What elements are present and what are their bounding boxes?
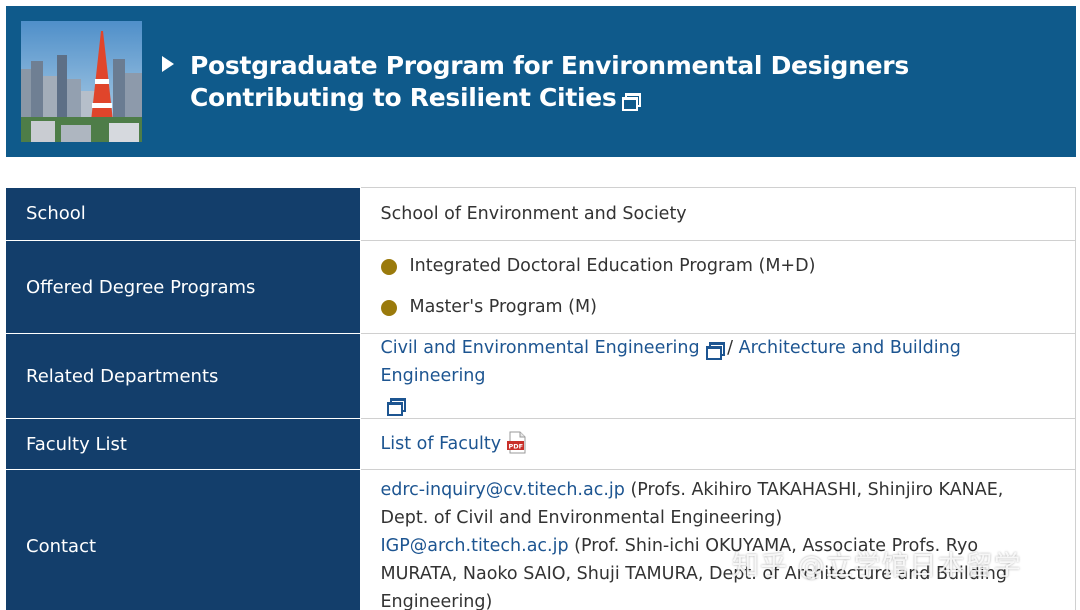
civil-engineering-link[interactable]: Civil and Environmental Engineering xyxy=(380,338,725,360)
contact-entry: edrc-inquiry@cv.titech.ac.jp (Profs. Aki… xyxy=(381,476,1056,532)
list-of-faculty-link-text: List of Faculty xyxy=(380,434,502,454)
program-title-link[interactable]: Postgraduate Program for Environmental D… xyxy=(190,50,1060,114)
edrc-email-link[interactable]: edrc-inquiry@cv.titech.ac.jp xyxy=(381,480,625,500)
school-label: School xyxy=(6,187,361,241)
faculty-list-cell: List of Faculty PDF xyxy=(359,418,1076,470)
igp-email-link[interactable]: IGP@arch.titech.ac.jp xyxy=(381,536,569,556)
faculty-list-label: Faculty List xyxy=(6,418,361,470)
play-triangle-icon xyxy=(162,56,174,72)
table-row-faculty-list: Faculty List List of Faculty PDF xyxy=(6,418,1076,470)
table-row-contact: Contact edrc-inquiry@cv.titech.ac.jp (Pr… xyxy=(6,469,1076,610)
list-item: Integrated Doctoral Education Program (M… xyxy=(380,246,1056,287)
svg-text:PDF: PDF xyxy=(509,442,524,450)
table-row-related-departments: Related Departments Civil and Environmen… xyxy=(6,333,1076,419)
list-of-faculty-link[interactable]: List of Faculty PDF xyxy=(380,431,528,454)
contact-label: Contact xyxy=(6,469,361,610)
related-departments-cell: Civil and Environmental Engineering / Ar… xyxy=(359,333,1076,419)
program-info-table: School School of Environment and Society… xyxy=(6,187,1076,610)
program-title-text: Postgraduate Program for Environmental D… xyxy=(190,51,909,112)
school-value: School of Environment and Society xyxy=(359,187,1076,241)
contact-cell: edrc-inquiry@cv.titech.ac.jp (Profs. Aki… xyxy=(359,469,1076,610)
degree-programs-list: Integrated Doctoral Education Program (M… xyxy=(380,246,1056,328)
external-window-icon xyxy=(622,92,642,111)
related-departments-label: Related Departments xyxy=(6,333,361,419)
list-item: Master's Program (M) xyxy=(380,287,1056,328)
table-row-school: School School of Environment and Society xyxy=(6,187,1076,241)
external-window-icon xyxy=(386,398,406,416)
pdf-icon: PDF xyxy=(507,431,526,454)
program-banner: Postgraduate Program for Environmental D… xyxy=(6,6,1076,157)
contact-entry: IGP@arch.titech.ac.jp (Prof. Shin-ichi O… xyxy=(381,532,1056,610)
city-photo-illustration xyxy=(21,21,142,142)
degree-programs-label: Offered Degree Programs xyxy=(6,240,361,334)
banner-image-tokyo-tower xyxy=(21,21,142,142)
table-row-degree-programs: Offered Degree Programs Integrated Docto… xyxy=(6,240,1076,334)
civil-engineering-link-text: Civil and Environmental Engineering xyxy=(380,338,700,358)
external-window-icon xyxy=(705,342,725,360)
degree-programs-cell: Integrated Doctoral Education Program (M… xyxy=(359,240,1076,334)
